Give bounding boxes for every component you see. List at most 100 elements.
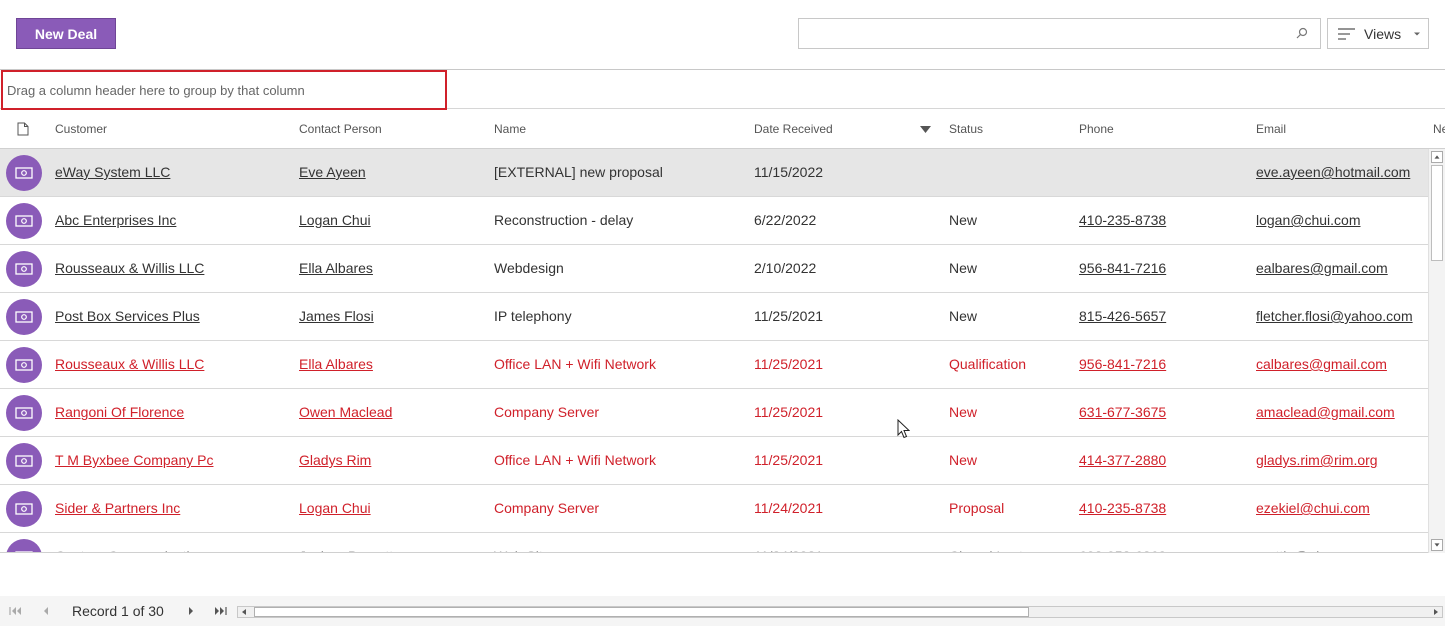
scroll-down-icon[interactable] (1431, 539, 1443, 551)
email-link[interactable]: eve.ayeen@hotmail.com (1256, 149, 1410, 196)
scroll-right-icon[interactable] (1432, 608, 1440, 616)
column-header-name[interactable]: Name (494, 109, 526, 149)
contact-link[interactable]: Gladys Rim (299, 437, 371, 484)
money-icon (15, 551, 33, 552)
customer-link[interactable]: Centum Communication (55, 533, 205, 552)
phone-link[interactable]: 602-953-6360 (1079, 533, 1166, 552)
email-link[interactable]: gladys.rim@rim.org (1256, 437, 1378, 484)
status: Closed Lost (949, 533, 1023, 552)
next-page-icon[interactable] (184, 605, 198, 617)
contact-link[interactable]: Owen Maclead (299, 389, 392, 436)
group-by-bar: Drag a column header here to group by th… (0, 70, 1445, 110)
contact-link[interactable]: Logan Chui (299, 197, 371, 244)
contact-link[interactable]: Ella Albares (299, 341, 373, 388)
table-row[interactable]: Centum Communication Joshua Barnett Web … (0, 533, 1428, 552)
column-header-customer[interactable]: Customer (55, 109, 107, 149)
deal-avatar (6, 443, 42, 479)
money-icon (15, 263, 33, 275)
date-received: 2/10/2022 (754, 260, 817, 276)
phone-link[interactable]: 410-235-8738 (1079, 485, 1166, 532)
customer-link[interactable]: Rangoni Of Florence (55, 389, 184, 436)
contact-link[interactable]: Logan Chui (299, 485, 371, 532)
table-row[interactable]: Sider & Partners Inc Logan Chui Company … (0, 485, 1428, 533)
email-link[interactable]: amaclead@gmail.com (1256, 389, 1395, 436)
customer-link[interactable]: Rousseaux & Willis LLC (55, 341, 204, 388)
contact-link[interactable]: James Flosi (299, 293, 374, 340)
table-row[interactable]: Rousseaux & Willis LLC Ella Albares Webd… (0, 245, 1428, 293)
date-received: 11/25/2021 (754, 452, 824, 468)
date-received: 11/24/2021 (754, 500, 824, 516)
column-header-contact-person[interactable]: Contact Person (299, 109, 382, 149)
email-link[interactable]: calbares@gmail.com (1256, 341, 1387, 388)
group-hint-text: Drag a column header here to group by th… (7, 82, 305, 98)
search-input[interactable] (799, 19, 1289, 48)
deal-avatar (6, 539, 42, 552)
contact-link[interactable]: Ella Albares (299, 245, 373, 292)
phone-link[interactable]: 414-377-2880 (1079, 437, 1166, 484)
deal-avatar (6, 299, 42, 335)
grid-body: eWay System LLC Eve Ayeen [EXTERNAL] new… (0, 149, 1428, 553)
column-header-email[interactable]: Email (1256, 109, 1286, 149)
email-link[interactable]: mattie@nhu.com (1256, 533, 1362, 552)
column-header-status[interactable]: Status (949, 109, 983, 149)
column-header-next[interactable]: Ne (1433, 109, 1445, 149)
money-icon (15, 503, 33, 515)
status: New (949, 260, 978, 276)
views-button[interactable]: Views (1327, 18, 1429, 49)
email-link[interactable]: ealbares@gmail.com (1256, 245, 1388, 292)
customer-link[interactable]: eWay System LLC (55, 149, 170, 196)
search-box (798, 18, 1321, 49)
status: New (949, 452, 978, 468)
last-page-icon[interactable] (214, 605, 228, 617)
date-received: 11/15/2022 (754, 164, 824, 180)
date-received: 11/25/2021 (754, 404, 824, 420)
customer-link[interactable]: Rousseaux & Willis LLC (55, 245, 204, 292)
money-icon (15, 167, 33, 179)
table-row[interactable]: Rousseaux & Willis LLC Ella Albares Offi… (0, 341, 1428, 389)
search-icon[interactable] (1296, 27, 1308, 39)
money-icon (15, 407, 33, 419)
customer-link[interactable]: Abc Enterprises Inc (55, 197, 176, 244)
contact-link[interactable]: Joshua Barnett (299, 533, 393, 552)
list-lines-icon (1338, 27, 1355, 40)
customer-link[interactable]: T M Byxbee Company Pc (55, 437, 213, 484)
contact-link[interactable]: Eve Ayeen (299, 149, 366, 196)
email-link[interactable]: ezekiel@chui.com (1256, 485, 1370, 532)
new-deal-button[interactable]: New Deal (16, 18, 116, 49)
previous-page-icon[interactable] (39, 605, 53, 617)
table-row[interactable]: eWay System LLC Eve Ayeen [EXTERNAL] new… (0, 149, 1428, 197)
horizontal-scrollbar[interactable] (237, 606, 1443, 618)
phone-link[interactable]: 410-235-8738 (1079, 197, 1166, 244)
table-row[interactable]: T M Byxbee Company Pc Gladys Rim Office … (0, 437, 1428, 485)
customer-link[interactable]: Post Box Services Plus (55, 293, 200, 340)
table-row[interactable]: Rangoni Of Florence Owen Maclead Company… (0, 389, 1428, 437)
phone-link[interactable]: 956-841-7216 (1079, 245, 1166, 292)
deal-avatar (6, 347, 42, 383)
phone-link[interactable]: 956-841-7216 (1079, 341, 1166, 388)
horizontal-scroll-thumb[interactable] (254, 607, 1029, 617)
email-link[interactable]: fletcher.flosi@yahoo.com (1256, 293, 1413, 340)
vertical-scrollbar[interactable] (1428, 149, 1445, 553)
date-received: 11/24/2021 (754, 533, 823, 552)
scroll-left-icon[interactable] (240, 608, 248, 616)
phone-link[interactable]: 631-677-3675 (1079, 389, 1166, 436)
column-header-phone[interactable]: Phone (1079, 109, 1114, 149)
toolbar: New Deal Views (0, 0, 1445, 70)
email-link[interactable]: logan@chui.com (1256, 197, 1361, 244)
deal-avatar (6, 155, 42, 191)
vertical-scroll-thumb[interactable] (1431, 165, 1443, 261)
chevron-down-icon (1414, 32, 1421, 35)
deal-name: IP telephony (494, 308, 572, 324)
scroll-up-icon[interactable] (1431, 151, 1443, 163)
table-row[interactable]: Post Box Services Plus James Flosi IP te… (0, 293, 1428, 341)
deal-name: Office LAN + Wifi Network (494, 356, 656, 372)
customer-link[interactable]: Sider & Partners Inc (55, 485, 180, 532)
sort-descending-icon[interactable] (920, 126, 931, 133)
first-page-icon[interactable] (8, 605, 22, 617)
status: Qualification (949, 356, 1027, 372)
phone-link[interactable]: 815-426-5657 (1079, 293, 1166, 340)
column-header-date-received[interactable]: Date Received (754, 109, 833, 149)
table-row[interactable]: Abc Enterprises Inc Logan Chui Reconstru… (0, 197, 1428, 245)
status: New (949, 404, 978, 420)
group-drop-zone[interactable]: Drag a column header here to group by th… (1, 70, 447, 110)
